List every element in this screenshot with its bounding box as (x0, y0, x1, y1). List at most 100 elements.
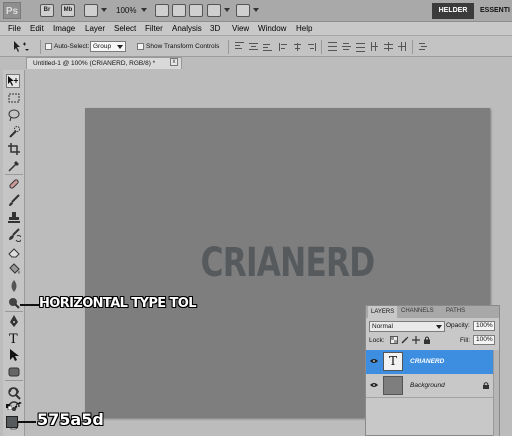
layer-row-crianerd[interactable]: T CRIANERD (366, 350, 499, 374)
align-bottom-icon[interactable] (262, 41, 273, 52)
path-selection-tool-icon[interactable] (7, 348, 21, 362)
tab-channels[interactable]: CHANNELS (401, 308, 434, 314)
menu-3d[interactable]: 3D (210, 24, 220, 33)
hand-tool-icon[interactable] (155, 4, 169, 17)
zoom-tool-icon[interactable] (7, 386, 21, 400)
auto-align-layers-icon[interactable] (418, 41, 429, 52)
arrange-dropdown-icon[interactable] (224, 8, 230, 12)
marquee-tool-icon[interactable] (7, 91, 21, 105)
zoom-level-select[interactable]: 100% (116, 6, 136, 15)
blur-tool-icon[interactable] (7, 279, 21, 293)
menu-filter[interactable]: Filter (145, 24, 163, 33)
layer-row-background[interactable]: Background (366, 374, 499, 398)
rotate-view-icon[interactable] (189, 4, 203, 17)
spot-healing-tool-icon[interactable] (7, 177, 21, 191)
layers-panel-tabs: LAYERS CHANNELS PATHS (366, 306, 499, 318)
document-tab[interactable]: Untitled-1 @ 100% (CRIANERD, RGB/8) * (26, 57, 182, 69)
layer-name-crianerd[interactable]: CRIANERD (410, 358, 444, 365)
menu-bar: File Edit Image Layer Select Filter Anal… (0, 22, 512, 35)
auto-select-label: Auto-Select: (54, 43, 90, 50)
zoom-tool-icon[interactable] (172, 4, 186, 17)
fill-field[interactable]: 100% (473, 335, 495, 345)
pen-tool-icon[interactable] (7, 314, 21, 328)
align-left-icon[interactable] (278, 41, 289, 52)
view-extras-dropdown-icon[interactable] (101, 8, 107, 12)
foreground-color-swatch[interactable] (6, 416, 18, 428)
layers-scrollbar[interactable] (493, 350, 499, 436)
auto-select-checkbox[interactable] (45, 43, 52, 50)
menu-help[interactable]: Help (296, 24, 312, 33)
crop-tool-icon[interactable] (7, 142, 21, 156)
default-colors-icon[interactable] (6, 403, 13, 411)
align-horizontal-center-icon[interactable] (292, 41, 303, 52)
show-transform-controls-label: Show Transform Controls (146, 43, 220, 50)
text-layer-thumbnail: T (383, 352, 403, 371)
application-bar: Ps Br Mb 100% HELDER ESSENTI (0, 0, 512, 22)
layer-name-background[interactable]: Background (410, 382, 445, 389)
workspace-essentials-button[interactable]: ESSENTI (480, 3, 510, 19)
eraser-tool-icon[interactable] (7, 245, 21, 259)
rectangle-tool-icon[interactable] (7, 365, 21, 379)
history-brush-tool-icon[interactable] (7, 228, 21, 242)
tools-panel: T (3, 70, 25, 436)
tool-preset-icon[interactable] (12, 40, 30, 53)
distribute-left-icon[interactable] (369, 41, 380, 52)
view-extras-icon[interactable] (84, 4, 98, 17)
lasso-tool-icon[interactable] (7, 108, 21, 122)
dodge-tool-icon[interactable] (7, 296, 21, 310)
layers-panel: LAYERS CHANNELS PATHS Normal Opacity: 10… (365, 305, 500, 436)
lock-all-icon[interactable] (423, 336, 431, 344)
menu-edit[interactable]: Edit (30, 24, 44, 33)
workspace-helder-button[interactable]: HELDER (432, 3, 474, 19)
color-code-callout: 575a5d (37, 410, 104, 429)
distribute-bottom-icon[interactable] (355, 41, 366, 52)
menu-file[interactable]: File (8, 24, 21, 33)
menu-view[interactable]: View (232, 24, 249, 33)
horizontal-type-tool-icon[interactable]: T (7, 331, 21, 345)
menu-window[interactable]: Window (258, 24, 286, 33)
layer-locked-icon (483, 382, 489, 389)
close-document-icon[interactable]: x (170, 58, 178, 66)
mini-bridge-icon[interactable]: Mb (61, 4, 75, 17)
paint-bucket-tool-icon[interactable] (7, 262, 21, 276)
show-transform-controls-checkbox[interactable] (137, 43, 144, 50)
distribute-top-icon[interactable] (327, 41, 338, 52)
eyedropper-tool-icon[interactable] (7, 159, 21, 173)
svg-text:T: T (9, 332, 18, 345)
canvas-text-crianerd[interactable]: CRIANERD (130, 240, 446, 286)
arrange-documents-icon[interactable] (207, 4, 221, 17)
distribute-vertical-center-icon[interactable] (341, 41, 352, 52)
bridge-icon[interactable]: Br (40, 4, 54, 17)
blend-mode-dropdown[interactable]: Normal (369, 321, 445, 332)
type-tool-callout: HORIZONTAL TYPE TOL (39, 296, 196, 311)
align-vertical-center-icon[interactable] (248, 41, 259, 52)
clone-stamp-tool-icon[interactable] (7, 211, 21, 225)
distribute-right-icon[interactable] (397, 41, 408, 52)
brush-tool-icon[interactable] (7, 194, 21, 208)
menu-analysis[interactable]: Analysis (172, 24, 202, 33)
opacity-field[interactable]: 100% (473, 321, 495, 331)
quick-selection-tool-icon[interactable] (7, 125, 21, 139)
lock-position-icon[interactable] (412, 336, 420, 344)
menu-image[interactable]: Image (53, 24, 75, 33)
align-right-icon[interactable] (306, 41, 317, 52)
lock-label: Lock: (369, 337, 385, 344)
screen-mode-icon[interactable] (236, 4, 250, 17)
auto-select-dropdown[interactable]: Group (90, 41, 126, 52)
distribute-horizontal-center-icon[interactable] (383, 41, 394, 52)
swap-colors-icon[interactable] (14, 401, 22, 409)
lock-transparent-pixels-icon[interactable] (390, 336, 398, 344)
tab-layers[interactable]: LAYERS (368, 306, 398, 318)
menu-select[interactable]: Select (114, 24, 136, 33)
align-top-icon[interactable] (234, 41, 245, 52)
options-bar: Auto-Select: Group Show Transform Contro… (0, 35, 512, 57)
visibility-eye-icon[interactable] (370, 358, 378, 364)
color-callout-line (18, 421, 36, 423)
screen-mode-dropdown-icon[interactable] (253, 8, 259, 12)
tab-paths[interactable]: PATHS (446, 308, 465, 314)
zoom-dropdown-icon[interactable] (141, 8, 147, 12)
visibility-eye-icon[interactable] (370, 382, 378, 388)
lock-image-pixels-icon[interactable] (401, 336, 409, 344)
move-tool-icon[interactable] (6, 74, 20, 88)
menu-layer[interactable]: Layer (85, 24, 105, 33)
